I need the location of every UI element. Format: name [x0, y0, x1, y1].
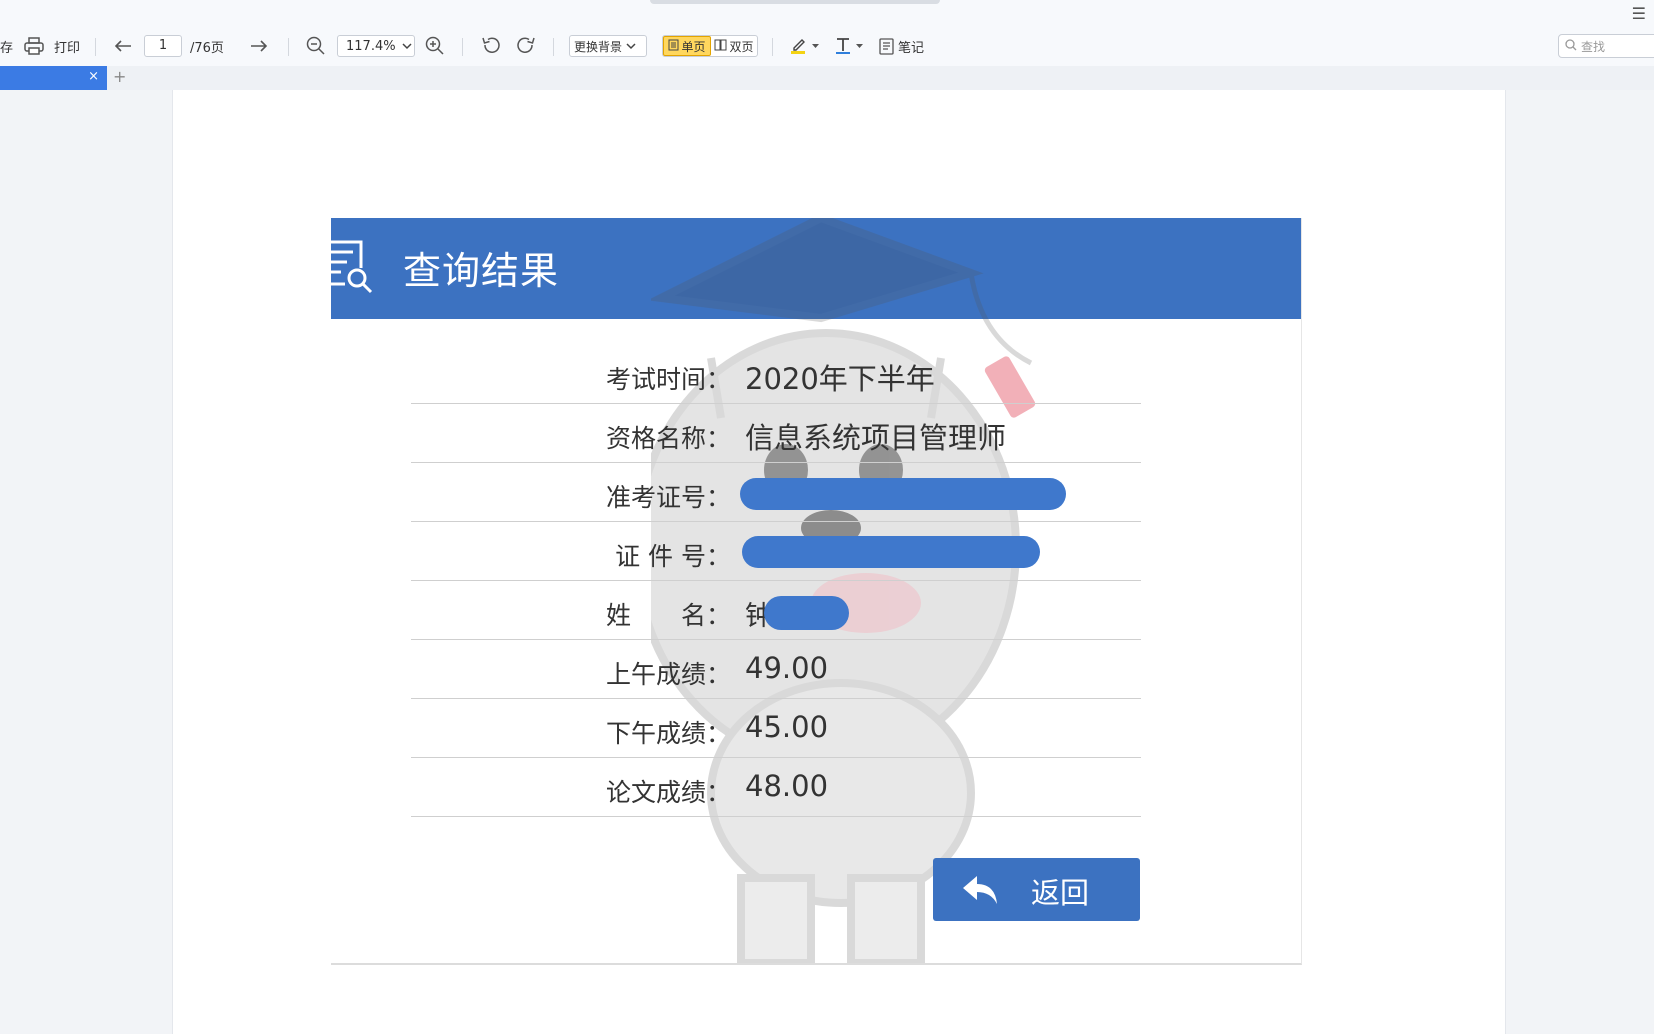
next-page-button[interactable] [250, 34, 268, 58]
toolbar: ☰ 存 打印 1 /76页 117.4% 更换背景 单页 双页 笔记 查找 [0, 0, 1654, 67]
background-select[interactable]: 更换背景 [569, 35, 647, 57]
page-total: /76页 [190, 40, 224, 56]
essay-score-label: 论文成绩： [605, 778, 731, 807]
row-divider [411, 816, 1141, 817]
view-mode-group: 单页 双页 [662, 35, 758, 57]
previous-page-button[interactable] [114, 34, 132, 58]
mascot-watermark [651, 218, 1036, 963]
arrow-left-icon [114, 39, 132, 53]
tab-document[interactable]: × [0, 66, 107, 90]
print-button[interactable]: 打印 [24, 34, 80, 58]
zoom-out-button[interactable] [306, 34, 326, 58]
row-divider [411, 403, 1141, 404]
page-number-input[interactable]: 1 [144, 35, 182, 57]
save-button[interactable]: 存 [0, 34, 13, 58]
highlighter-icon [790, 37, 808, 55]
double-page-icon [714, 39, 727, 54]
qualification-label: 资格名称： [605, 424, 731, 453]
row-divider [411, 698, 1141, 699]
single-page-icon [668, 39, 679, 54]
close-icon[interactable]: × [88, 69, 99, 84]
rotate-left-icon [481, 36, 501, 56]
rotate-right-icon [516, 36, 536, 56]
note-icon [879, 37, 894, 55]
menu-button[interactable]: ☰ [1632, 4, 1646, 23]
zoom-in-icon [425, 36, 445, 56]
print-icon [24, 37, 44, 55]
text-tool-button[interactable] [834, 34, 863, 58]
single-page-label: 单页 [681, 39, 706, 54]
note-label: 笔记 [898, 40, 925, 56]
background-label: 更换背景 [574, 39, 623, 54]
document-viewer[interactable]: 查询结果 考试时间： 2020年下半年 资格名称： 信息系统项目管理师 准考证号… [0, 90, 1654, 1034]
separator [462, 38, 463, 56]
new-tab-button[interactable]: + [113, 67, 126, 86]
row-divider [411, 580, 1141, 581]
row-divider [411, 639, 1141, 640]
caret-down-icon [812, 43, 819, 49]
redacted-id-number [742, 536, 1040, 568]
row-divider [411, 462, 1141, 463]
rotate-left-button[interactable] [481, 34, 501, 58]
search-icon [1565, 38, 1577, 54]
print-label: 打印 [54, 40, 81, 56]
zoom-out-icon [306, 36, 326, 56]
chevron-down-icon [626, 39, 636, 53]
search-input[interactable]: 查找 [1558, 34, 1654, 58]
morning-score-label: 上午成绩： [605, 660, 731, 689]
separator [772, 38, 773, 56]
separator [553, 38, 554, 56]
separator [288, 38, 289, 56]
caret-down-icon [856, 43, 863, 49]
text-icon [834, 37, 852, 55]
row-divider [411, 757, 1141, 758]
reply-arrow-icon [961, 874, 1001, 910]
search-placeholder: 查找 [1581, 39, 1606, 54]
chevron-down-icon [402, 39, 412, 54]
note-button[interactable]: 笔记 [879, 34, 924, 58]
name-label: 姓 名： [605, 601, 731, 630]
back-label: 返回 [1031, 876, 1090, 910]
qualification-value: 信息系统项目管理师 [745, 421, 1007, 455]
redacted-admission-number [740, 478, 1066, 510]
result-title: 查询结果 [403, 249, 560, 293]
exam-time-value: 2020年下半年 [745, 362, 935, 396]
morning-score-value: 49.00 [745, 651, 829, 685]
rotate-right-button[interactable] [516, 34, 536, 58]
zoom-in-button[interactable] [425, 34, 445, 58]
zoom-value: 117.4% [346, 38, 396, 54]
afternoon-score-value: 45.00 [745, 710, 829, 744]
score-result-image: 查询结果 考试时间： 2020年下半年 资格名称： 信息系统项目管理师 准考证号… [331, 218, 1302, 965]
separator [95, 38, 96, 56]
redacted-name [764, 596, 849, 630]
highlight-button[interactable] [790, 34, 819, 58]
id-number-label: 证 件 号： [615, 542, 731, 571]
pdf-page: 查询结果 考试时间： 2020年下半年 资格名称： 信息系统项目管理师 准考证号… [172, 90, 1506, 1034]
admission-number-label: 准考证号： [605, 483, 731, 512]
row-divider [411, 521, 1141, 522]
essay-score-value: 48.00 [745, 769, 829, 803]
window-drag-handle[interactable] [650, 0, 940, 4]
tab-bar: × + [0, 66, 1654, 90]
double-page-label: 双页 [729, 39, 754, 54]
double-page-button[interactable]: 双页 [711, 36, 757, 56]
back-button[interactable]: 返回 [933, 858, 1140, 921]
arrow-right-icon [250, 39, 268, 53]
zoom-select[interactable]: 117.4% [337, 35, 415, 57]
document-search-icon [331, 238, 375, 302]
single-page-button[interactable]: 单页 [663, 36, 711, 56]
afternoon-score-label: 下午成绩： [605, 719, 731, 748]
exam-time-label: 考试时间： [605, 365, 731, 394]
save-label: 存 [0, 40, 14, 56]
